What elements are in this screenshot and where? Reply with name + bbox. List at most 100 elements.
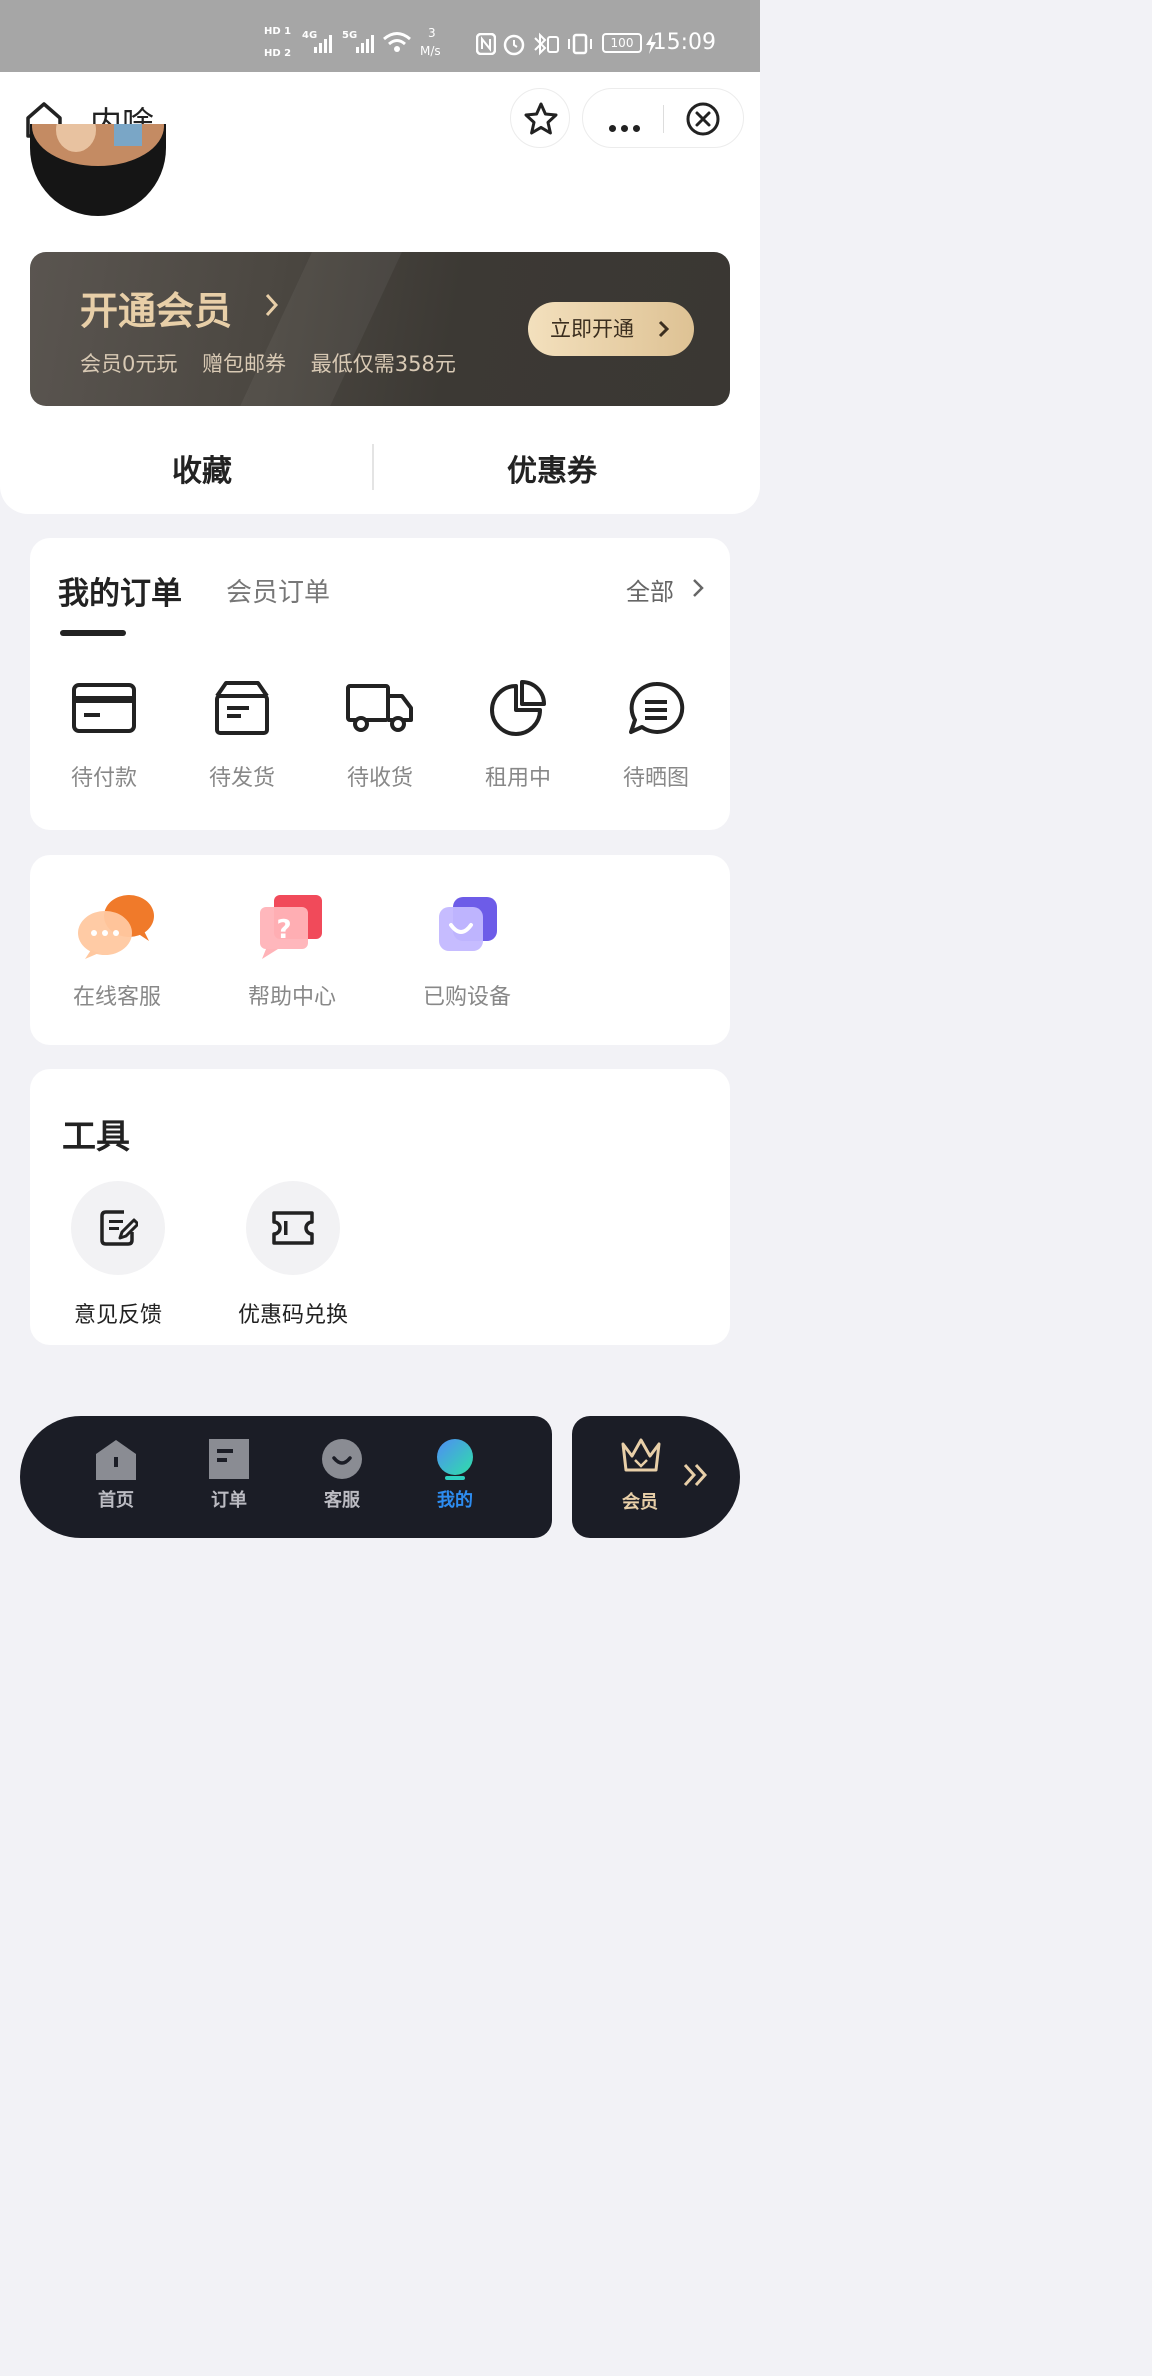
device-icon bbox=[439, 897, 497, 951]
vip-banner[interactable]: 开通会员 会员0元玩 赠包邮券 最低仅需358元 立即开通 bbox=[30, 252, 730, 406]
tab-member-orders[interactable]: 会员订单 bbox=[226, 572, 330, 609]
order-pending-review[interactable]: 待晒图 bbox=[586, 680, 726, 792]
hd2-indicator: HD 2 bbox=[264, 48, 292, 59]
tab-profile[interactable]: 我的 bbox=[415, 1438, 495, 1512]
bottom-tabbar: 首页 订单 客服 我的 bbox=[20, 1416, 552, 1538]
tab-label: 客服 bbox=[324, 1490, 360, 1511]
chevron-right-icon bbox=[265, 293, 279, 317]
chevron-right-icon bbox=[658, 320, 670, 338]
status-bar: HD 1 HD 2 4G 5G 3 M/s 100 15:09 bbox=[0, 0, 760, 72]
tab-my-orders[interactable]: 我的订单 bbox=[58, 568, 182, 613]
order-icon bbox=[209, 1439, 249, 1479]
avatar[interactable] bbox=[30, 124, 166, 216]
status-time: 15:09 bbox=[652, 30, 716, 55]
more-button[interactable] bbox=[609, 117, 645, 136]
hd1-indicator: HD 1 bbox=[264, 26, 292, 37]
order-label: 待发货 bbox=[208, 766, 275, 791]
chat-bubbles-icon bbox=[78, 895, 154, 959]
banner-shine bbox=[218, 252, 412, 406]
miniprogram-capsule bbox=[582, 88, 744, 148]
pie-icon bbox=[490, 680, 546, 736]
close-icon[interactable] bbox=[685, 101, 721, 137]
tab-label: 订单 bbox=[211, 1490, 247, 1511]
tool-icon-circle bbox=[246, 1181, 340, 1275]
vibrate-icon bbox=[568, 33, 592, 55]
bluetooth-icon bbox=[534, 32, 559, 56]
double-chevron-right-icon bbox=[683, 1463, 708, 1487]
avatar-image bbox=[30, 124, 166, 216]
order-renting[interactable]: 租用中 bbox=[448, 680, 588, 792]
box-icon bbox=[215, 681, 269, 735]
vip-tab[interactable]: 会员 bbox=[572, 1416, 740, 1538]
tab-home[interactable]: 首页 bbox=[76, 1438, 156, 1512]
tab-indicator bbox=[60, 630, 126, 636]
battery-indicator: 100 bbox=[602, 33, 642, 53]
tab-label: 我的 bbox=[437, 1490, 473, 1511]
order-pending-receipt[interactable]: 待收货 bbox=[310, 680, 450, 792]
sim2-type: 5G bbox=[342, 30, 358, 41]
order-pending-shipment[interactable]: 待发货 bbox=[172, 680, 312, 792]
crown-icon bbox=[621, 1438, 661, 1472]
profile-icon bbox=[437, 1439, 473, 1480]
purchased-devices[interactable]: 已购设备 bbox=[380, 893, 554, 1011]
dot-icon bbox=[633, 125, 640, 132]
tools-card: 工具 意见反馈 优惠码兑换 bbox=[30, 1069, 730, 1345]
signal-icon bbox=[314, 35, 332, 53]
tool-label: 意见反馈 bbox=[73, 1303, 162, 1328]
signal-icon-2 bbox=[356, 35, 374, 53]
tools-title: 工具 bbox=[62, 1117, 130, 1157]
vip-perk: 最低仅需358元 bbox=[310, 352, 456, 376]
feedback-icon bbox=[100, 1210, 138, 1246]
service-label: 帮助中心 bbox=[247, 985, 336, 1010]
comment-icon bbox=[629, 681, 685, 734]
vip-open-button[interactable]: 立即开通 bbox=[528, 302, 694, 356]
order-pending-payment[interactable]: 待付款 bbox=[34, 680, 174, 792]
vip-title: 开通会员 bbox=[80, 289, 233, 333]
capsule-divider bbox=[663, 105, 664, 133]
orders-card: 我的订单 会员订单 全部 待付款 待发货 待收货 租用中 待晒图 bbox=[30, 538, 730, 830]
online-service[interactable]: 在线客服 bbox=[30, 893, 204, 1011]
vip-perks: 会员0元玩 赠包邮券 最低仅需358元 bbox=[80, 348, 474, 378]
wifi-icon bbox=[383, 32, 411, 52]
nfc-icon bbox=[476, 33, 496, 55]
tab-orders[interactable]: 订单 bbox=[189, 1438, 269, 1512]
service-label: 在线客服 bbox=[72, 985, 161, 1010]
favorites-link[interactable]: 收藏 bbox=[12, 446, 392, 490]
order-label: 待收货 bbox=[346, 766, 413, 791]
tool-icon-circle bbox=[71, 1181, 165, 1275]
see-all-orders[interactable]: 全部 bbox=[626, 572, 674, 607]
star-icon bbox=[524, 102, 558, 135]
order-label: 租用中 bbox=[484, 766, 551, 791]
vip-perk: 会员0元玩 bbox=[80, 352, 178, 376]
ticket-icon bbox=[272, 1211, 314, 1245]
svg-text:?: ? bbox=[276, 915, 291, 945]
dot-icon bbox=[609, 125, 616, 132]
card-icon bbox=[72, 683, 136, 733]
tab-service[interactable]: 客服 bbox=[302, 1438, 382, 1512]
feedback-tool[interactable]: 意见反馈 bbox=[30, 1181, 206, 1329]
coupon-code-tool[interactable]: 优惠码兑换 bbox=[205, 1181, 381, 1329]
services-card: 在线客服 ? 帮助中心 已购设备 bbox=[30, 855, 730, 1045]
profile-card: 开通会员 会员0元玩 赠包邮券 最低仅需358元 立即开通 收藏 优惠券 bbox=[0, 124, 760, 514]
speed-unit: M/s bbox=[420, 44, 441, 58]
service-icon bbox=[322, 1439, 362, 1479]
dot-icon bbox=[621, 125, 628, 132]
tool-label: 优惠码兑换 bbox=[237, 1303, 348, 1328]
coupons-link[interactable]: 优惠券 bbox=[362, 446, 742, 490]
vip-tab-label: 会员 bbox=[622, 1492, 658, 1513]
tab-label: 首页 bbox=[98, 1490, 134, 1511]
vip-open-label: 立即开通 bbox=[550, 317, 634, 341]
alarm-icon bbox=[503, 34, 525, 56]
order-label: 待付款 bbox=[70, 766, 137, 791]
vip-perk: 赠包邮券 bbox=[202, 352, 287, 376]
help-center[interactable]: ? 帮助中心 bbox=[205, 893, 379, 1011]
speed-value: 3 bbox=[428, 26, 436, 40]
home-icon bbox=[96, 1440, 136, 1480]
service-label: 已购设备 bbox=[422, 985, 511, 1010]
truck-icon bbox=[346, 684, 413, 732]
help-icon: ? bbox=[260, 895, 322, 959]
chevron-right-icon bbox=[693, 579, 704, 597]
order-label: 待晒图 bbox=[622, 766, 689, 791]
quick-links: 收藏 优惠券 bbox=[0, 434, 760, 504]
favorite-button[interactable] bbox=[510, 88, 570, 148]
